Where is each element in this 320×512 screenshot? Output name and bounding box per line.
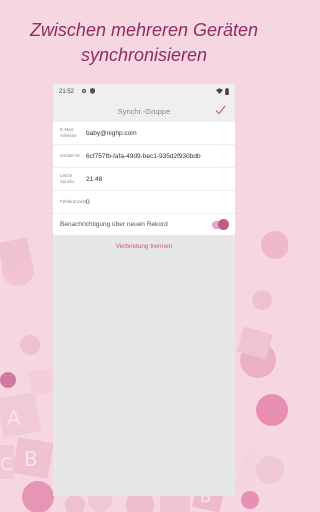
promo-line-1: Zwischen mehreren Geräten (29, 20, 259, 40)
notify-record-row: Benachrichtigung über neuen Rekord (53, 214, 235, 235)
error-count-label: Fehleranzahl (60, 199, 87, 204)
battery-icon (225, 87, 229, 97)
status-bar: 21:52 (53, 84, 235, 100)
error-count-row: Fehleranzahl 0 (53, 191, 235, 214)
promo-headline: Zwischen mehreren Geräten synchronisiere… (0, 18, 288, 68)
last-sync-value: 21:48 (86, 175, 103, 183)
promo-line-2: synchronisieren (80, 45, 208, 65)
svg-text:A: A (7, 406, 21, 430)
last-sync-row: Letzte Synchr. 21:48 (53, 168, 235, 191)
shield-icon (90, 88, 96, 96)
notify-record-toggle[interactable] (212, 219, 229, 230)
gear-icon (81, 88, 87, 96)
svg-text:B: B (24, 447, 38, 471)
email-label: E-Mail-Adresse (60, 127, 77, 138)
checkmark-icon (215, 102, 226, 120)
email-value: baby@nighp.com (86, 129, 137, 137)
device-id-value: 6cf757fb-fafa-49d9-bec1-935d2f930bdb (86, 152, 201, 160)
email-row: E-Mail-Adresse baby@nighp.com (53, 122, 235, 145)
device-id-label: Geräte-ID (60, 153, 80, 158)
status-time: 21:52 (59, 89, 75, 95)
svg-text:C: C (0, 454, 13, 475)
confirm-button[interactable] (213, 104, 227, 118)
page-title: Synchr.-Gruppe (117, 106, 171, 116)
toggle-knob (218, 219, 229, 230)
sync-settings-card: E-Mail-Adresse baby@nighp.com Geräte-ID … (53, 122, 235, 235)
notify-record-label: Benachrichtigung über neuen Rekord (60, 221, 168, 228)
phone-screen: 21:52 Synchr.-Gruppe E-Mail-Adresse baby… (53, 84, 235, 496)
last-sync-label: Letzte Synchr. (60, 173, 76, 184)
wifi-icon (216, 88, 223, 96)
error-count-value: 0 (86, 198, 90, 206)
device-id-row: Geräte-ID 6cf757fb-fafa-49d9-bec1-935d2f… (53, 145, 235, 168)
app-bar: Synchr.-Gruppe (53, 100, 235, 122)
disconnect-button[interactable]: Verbindung trennen (84, 243, 204, 250)
